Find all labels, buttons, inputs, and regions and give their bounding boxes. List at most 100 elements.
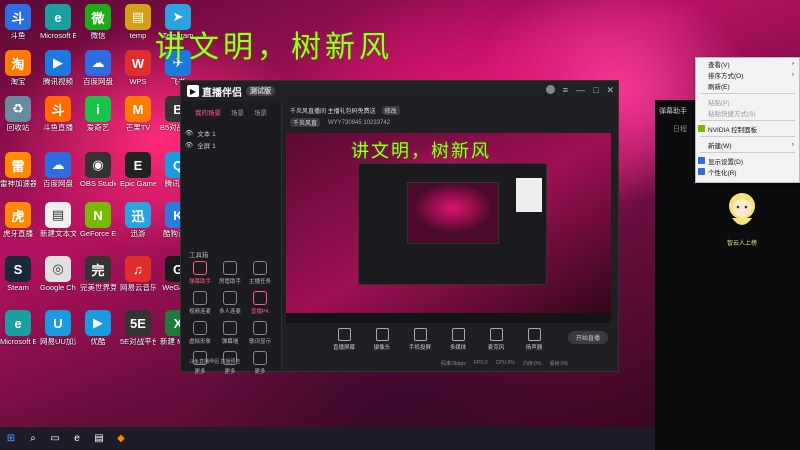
menu-item-label: 排序方式(O): [708, 72, 744, 80]
context-menu-item[interactable]: 新建(W) ›: [696, 139, 799, 150]
context-menu-item[interactable]: 个性化(R): [696, 166, 799, 177]
desktop-icon-label: 网易云音乐: [120, 284, 156, 292]
desktop-icon-glyph: ▤: [45, 202, 71, 228]
desktop-icon-glyph: 微: [85, 4, 111, 30]
desktop-icon[interactable]: ▶ 优酷: [80, 310, 116, 346]
taskbar-app-icon[interactable]: ▤: [88, 427, 110, 450]
desktop-icon[interactable]: 淘淘宝: [0, 50, 36, 86]
desktop-icon[interactable]: 5E 5E对战平台: [120, 310, 156, 346]
status-metric: CPU:0%: [495, 360, 515, 366]
chevron-right-icon: ›: [791, 71, 794, 78]
taskbar-app-icon[interactable]: ⌕: [22, 427, 44, 450]
desktop-icon[interactable]: ▶ 腾讯视频: [40, 50, 76, 86]
taskbar-app-icon[interactable]: ▭: [44, 427, 66, 450]
context-menu-item[interactable]: 排序方式(O) ›: [696, 69, 799, 80]
desktop-icon-glyph: ◎: [45, 256, 71, 282]
menu-separator: [700, 152, 795, 153]
menu-icon[interactable]: ≡: [563, 85, 568, 96]
desktop-icon[interactable]: 斗斗鱼: [0, 4, 36, 40]
desktop-icon[interactable]: e Microsoft Edge: [0, 310, 36, 346]
minimize-icon[interactable]: —: [576, 85, 585, 96]
add-source-button[interactable]: 扬声器: [521, 328, 547, 351]
go-live-button[interactable]: 开始直播: [568, 331, 608, 344]
desktop-icon-glyph: U: [45, 310, 71, 336]
desktop-icon[interactable]: ☁ 百度网盘: [80, 50, 116, 86]
desktop-icon[interactable]: ◎ Google Chrome: [40, 256, 76, 292]
desktop-icon[interactable]: ♫ 网易云音乐: [120, 256, 156, 292]
desktop-icon[interactable]: M 芒果TV: [120, 96, 156, 132]
mascot-image: 智云人上榜: [718, 188, 766, 247]
streaming-app-window[interactable]: ▶ 直播伴侣 测试版 ≡ — □ ✕ 我的场景 场景 场景 👁 文本 1 👁 全屏 1 工…: [180, 80, 619, 375]
desktop-icon-label: 回收站: [6, 124, 30, 132]
add-source-button[interactable]: 麦克风: [483, 328, 509, 351]
scene-tab[interactable]: 场景: [254, 107, 267, 117]
status-metric: 丢帧:0%: [549, 361, 569, 367]
desktop-icon[interactable]: W WPS: [120, 50, 156, 86]
context-menu-item[interactable]: 粘贴(P): [696, 96, 799, 107]
desktop-icon-label: 微信: [90, 32, 106, 40]
desktop-icon[interactable]: ▤ 新建文本文档: [40, 202, 76, 238]
desktop-icon[interactable]: E Epic Games Launcher: [120, 152, 156, 188]
eye-icon[interactable]: 👁: [185, 141, 193, 149]
context-menu-item[interactable]: 显示设置(D): [696, 155, 799, 166]
desktop-icon[interactable]: ▤ temp: [120, 4, 156, 40]
room-category[interactable]: 千炎风直: [290, 118, 321, 127]
toolbox-item[interactable]: 多人连麦: [215, 291, 245, 315]
desktop-icon[interactable]: ♻ 回收站: [0, 96, 36, 132]
toolbox-item[interactable]: 直播PK: [245, 291, 275, 315]
taskbar-app-icon[interactable]: e: [66, 427, 88, 450]
scene-tab[interactable]: 我的场景: [195, 107, 221, 117]
toolbox-item[interactable]: 歌词显示: [245, 321, 275, 345]
desktop-icon[interactable]: S Steam: [0, 256, 36, 292]
context-menu-item[interactable]: 刷新(E): [696, 80, 799, 91]
tool-label: 更多: [194, 369, 206, 375]
toolbox-item[interactable]: 更多: [245, 351, 275, 375]
close-icon[interactable]: ✕: [606, 85, 614, 96]
context-menu-item[interactable]: 粘贴快捷方式(S): [696, 107, 799, 118]
taskbar-app-icon[interactable]: ◆: [110, 427, 132, 450]
desktop-icon[interactable]: 虎虎牙直播: [0, 202, 36, 238]
toolbox-item[interactable]: 弹幕助手: [185, 261, 215, 285]
toolbox-item[interactable]: 主播任务: [245, 261, 275, 285]
source-item[interactable]: 👁 全屏 1: [185, 139, 281, 151]
desktop-icon[interactable]: 迅迅游: [120, 202, 156, 238]
add-source-button[interactable]: 直播屏幕: [331, 328, 357, 351]
desktop-icon[interactable]: 完完美世界竞技平台: [80, 256, 116, 292]
add-source-button[interactable]: 摄像头: [369, 328, 395, 351]
desktop-icon-label: 爱奇艺: [86, 124, 110, 132]
scene-tab[interactable]: 场景: [231, 107, 244, 117]
desktop-icon-label: 迅游: [130, 230, 146, 238]
toolbox-item[interactable]: 房管助手: [215, 261, 245, 285]
desktop-icon-glyph: ▶: [85, 310, 111, 336]
edit-title-button[interactable]: 修改: [381, 106, 400, 115]
desktop-icon[interactable]: ☁ 百度网盘: [40, 152, 76, 188]
desktop-icon[interactable]: N GeForce Experience: [80, 202, 116, 238]
context-menu-item[interactable]: 查看(V) ›: [696, 58, 799, 69]
tool-icon: [193, 321, 207, 335]
add-source-button[interactable]: 手机投屏: [407, 328, 433, 351]
live-notice[interactable]: 斗鱼直播伴侣 直播预告: [189, 358, 240, 365]
stream-preview[interactable]: 讲文明，树新风: [286, 133, 611, 323]
avatar[interactable]: [545, 85, 555, 94]
desktop-icon[interactable]: ◉ OBS Studio: [80, 152, 116, 188]
toolbox-item[interactable]: 视频连麦: [185, 291, 215, 315]
desktop-icon[interactable]: 雷雷神加速器: [0, 152, 36, 188]
source-label: 文本 1: [197, 131, 216, 138]
add-source-button[interactable]: 多媒体: [445, 328, 471, 351]
desktop-icon[interactable]: e Microsoft Edge: [40, 4, 76, 40]
desktop-icon[interactable]: 斗斗鱼直播: [40, 96, 76, 132]
start-button[interactable]: ⊞: [0, 427, 22, 450]
desktop-icon[interactable]: 微微信: [80, 4, 116, 40]
context-menu-item[interactable]: NVIDIA 控制面板: [696, 123, 799, 134]
desktop-icon[interactable]: i 爱奇艺: [80, 96, 116, 132]
desktop-icon-glyph: 斗: [45, 96, 71, 122]
desktop-icon-glyph: N: [85, 202, 111, 228]
desktop-icon[interactable]: U 网易UU加速器: [40, 310, 76, 346]
source-button-label: 麦克风: [487, 345, 505, 351]
maximize-icon[interactable]: □: [593, 85, 598, 96]
desktop-icon-label: OBS Studio: [80, 180, 116, 188]
toolbox-item[interactable]: 弹幕墙: [215, 321, 245, 345]
toolbox-item[interactable]: 虚拟形象: [185, 321, 215, 345]
eye-icon[interactable]: 👁: [185, 129, 193, 137]
source-item[interactable]: 👁 文本 1: [185, 127, 281, 139]
